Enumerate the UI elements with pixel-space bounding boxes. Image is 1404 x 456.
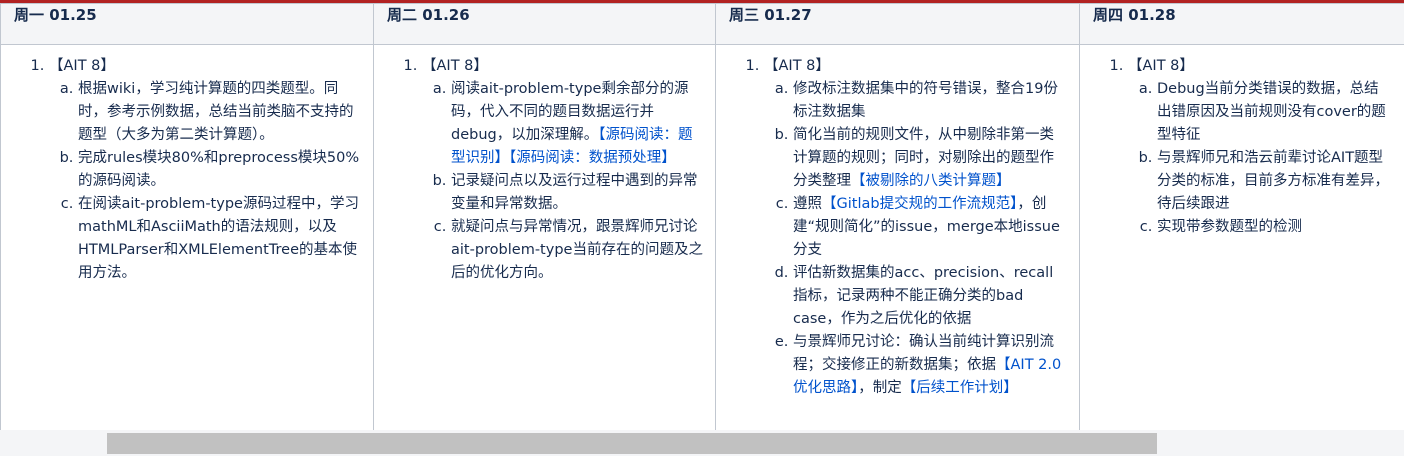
subtask-text: ，制定 <box>858 380 902 396</box>
task-item: 【AIT 8】根据wiki，学习纯计算题的四类题型。同时，参考示例数据，总结当前… <box>49 55 361 285</box>
page-link[interactable]: 】 <box>996 173 1011 189</box>
task-label: 【AIT 8】 <box>422 58 488 74</box>
page-link[interactable]: Gitlab提交规的工作流规范 <box>837 196 1011 212</box>
task-label: 【AIT 8】 <box>1128 58 1194 74</box>
column-header: 周二 01.26 <box>373 3 716 45</box>
subtask-item: Debug当前分类错误的数据，总结出错原因及当前规则没有cover的题型特征 <box>1157 78 1392 147</box>
page-link[interactable]: 后续工作计划 <box>916 380 1003 396</box>
page-link[interactable]: 【 <box>822 196 837 212</box>
task-list: 【AIT 8】 Debug当前分类错误的数据，总结出错原因及当前规则没有cover… <box>1090 55 1392 239</box>
page-link[interactable]: 源码阅读：数据预处理 <box>516 150 661 166</box>
subtask-item: 记录疑问点以及运行过程中遇到的异常变量和异常数据。 <box>451 170 703 216</box>
subtask-item: 与景辉师兄和浩云前辈讨论AIT题型分类的标准，目前多方标准有差异，待后续跟进 <box>1157 147 1392 216</box>
task-label: 【AIT 8】 <box>764 58 830 74</box>
subtask-text: 记录疑问点以及运行过程中遇到的异常变量和异常数据。 <box>451 173 698 212</box>
subtask-item: 就疑问点与异常情况，跟景辉师兄讨论ait-problem-type当前存在的问题… <box>451 216 703 285</box>
weekly-plan-table: 周一 01.25 周二 01.26 周三 01.27 周四 01.28 【AIT… <box>0 3 1404 431</box>
header-row: 周一 01.25 周二 01.26 周三 01.27 周四 01.28 <box>0 3 1404 45</box>
page-link[interactable]: 【 <box>902 380 917 396</box>
subtask-item: 阅读ait-problem-type剩余部分的源码，代入不同的题目数据运行并de… <box>451 78 703 170</box>
column-header: 周四 01.28 <box>1079 3 1404 45</box>
subtask-list: 根据wiki，学习纯计算题的四类题型。同时，参考示例数据，总结当前类脑不支持的题… <box>49 78 361 285</box>
subtask-text: 遵照 <box>793 196 822 212</box>
page-link[interactable]: 】【 <box>495 150 517 166</box>
subtask-text: 实现带参数题型的检测 <box>1157 219 1302 235</box>
day-cell: 【AIT 8】根据wiki，学习纯计算题的四类题型。同时，参考示例数据，总结当前… <box>0 44 374 431</box>
day-cell: 【AIT 8】 Debug当前分类错误的数据，总结出错原因及当前规则没有cover… <box>1079 44 1404 431</box>
page-link[interactable]: 【 <box>996 357 1011 373</box>
subtask-item: 与景辉师兄讨论：确认当前纯计算识别流程；交接修正的新数据集；依据【AIT 2.0… <box>793 331 1067 400</box>
day-cell: 【AIT 8】阅读ait-problem-type剩余部分的源码，代入不同的题目… <box>373 44 716 431</box>
subtask-item: 评估新数据集的acc、precision、recall指标，记录两种不能正确分类… <box>793 262 1067 331</box>
page-link[interactable]: 【 <box>851 173 866 189</box>
task-list: 【AIT 8】阅读ait-problem-type剩余部分的源码，代入不同的题目… <box>384 55 703 285</box>
task-list: 【AIT 8】修改标注数据集中的符号错误，整合19份标注数据集简化当前的规则文件… <box>726 55 1067 400</box>
scrollbar-thumb[interactable] <box>107 433 1157 454</box>
subtask-item: 遵照【Gitlab提交规的工作流规范】，创建“规则简化”的issue，merge… <box>793 193 1067 262</box>
subtask-text: 根据wiki，学习纯计算题的四类题型。同时，参考示例数据，总结当前类脑不支持的题… <box>78 81 354 143</box>
task-item: 【AIT 8】修改标注数据集中的符号错误，整合19份标注数据集简化当前的规则文件… <box>764 55 1067 400</box>
column-header: 周一 01.25 <box>0 3 374 45</box>
task-label: 【AIT 8】 <box>49 58 115 74</box>
column-header: 周三 01.27 <box>715 3 1080 45</box>
subtask-item: 简化当前的规则文件，从中剔除非第一类计算题的规则；同时，对剔除出的题型作分类整理… <box>793 124 1067 193</box>
page-link[interactable]: 被剔除的八类计算题 <box>866 173 997 189</box>
page-link[interactable]: 】 <box>661 150 676 166</box>
subtask-text: Debug当前分类错误的数据，总结出错原因及当前规则没有cover的题型特征 <box>1157 81 1386 143</box>
subtask-item: 在阅读ait-problem-type源码过程中，学习mathML和AsciiM… <box>78 193 361 285</box>
subtask-list: 阅读ait-problem-type剩余部分的源码，代入不同的题目数据运行并de… <box>422 78 703 285</box>
subtask-text: 评估新数据集的acc、precision、recall指标，记录两种不能正确分类… <box>793 265 1054 327</box>
subtask-list: Debug当前分类错误的数据，总结出错原因及当前规则没有cover的题型特征与景… <box>1128 78 1392 239</box>
subtask-text: 在阅读ait-problem-type源码过程中，学习mathML和AsciiM… <box>78 196 359 281</box>
subtask-text: 与景辉师兄和浩云前辈讨论AIT题型分类的标准，目前多方标准有差异，待后续跟进 <box>1157 150 1389 212</box>
content-row: 【AIT 8】根据wiki，学习纯计算题的四类题型。同时，参考示例数据，总结当前… <box>0 44 1404 431</box>
subtask-item: 实现带参数题型的检测 <box>1157 216 1392 239</box>
subtask-text: 修改标注数据集中的符号错误，整合19份标注数据集 <box>793 81 1058 120</box>
subtask-text: 完成rules模块80%和preprocess模块50%的源码阅读。 <box>78 150 360 189</box>
subtask-item: 完成rules模块80%和preprocess模块50%的源码阅读。 <box>78 147 361 193</box>
day-cell: 【AIT 8】修改标注数据集中的符号错误，整合19份标注数据集简化当前的规则文件… <box>715 44 1080 431</box>
subtask-item: 修改标注数据集中的符号错误，整合19份标注数据集 <box>793 78 1067 124</box>
task-item: 【AIT 8】 Debug当前分类错误的数据，总结出错原因及当前规则没有cover… <box>1128 55 1392 239</box>
task-item: 【AIT 8】阅读ait-problem-type剩余部分的源码，代入不同的题目… <box>422 55 703 285</box>
subtask-item: 根据wiki，学习纯计算题的四类题型。同时，参考示例数据，总结当前类脑不支持的题… <box>78 78 361 147</box>
task-list: 【AIT 8】根据wiki，学习纯计算题的四类题型。同时，参考示例数据，总结当前… <box>11 55 361 285</box>
subtask-list: 修改标注数据集中的符号错误，整合19份标注数据集简化当前的规则文件，从中剔除非第… <box>764 78 1067 400</box>
page-link[interactable]: 】 <box>1003 380 1018 396</box>
subtask-text: 就疑问点与异常情况，跟景辉师兄讨论ait-problem-type当前存在的问题… <box>451 219 703 281</box>
